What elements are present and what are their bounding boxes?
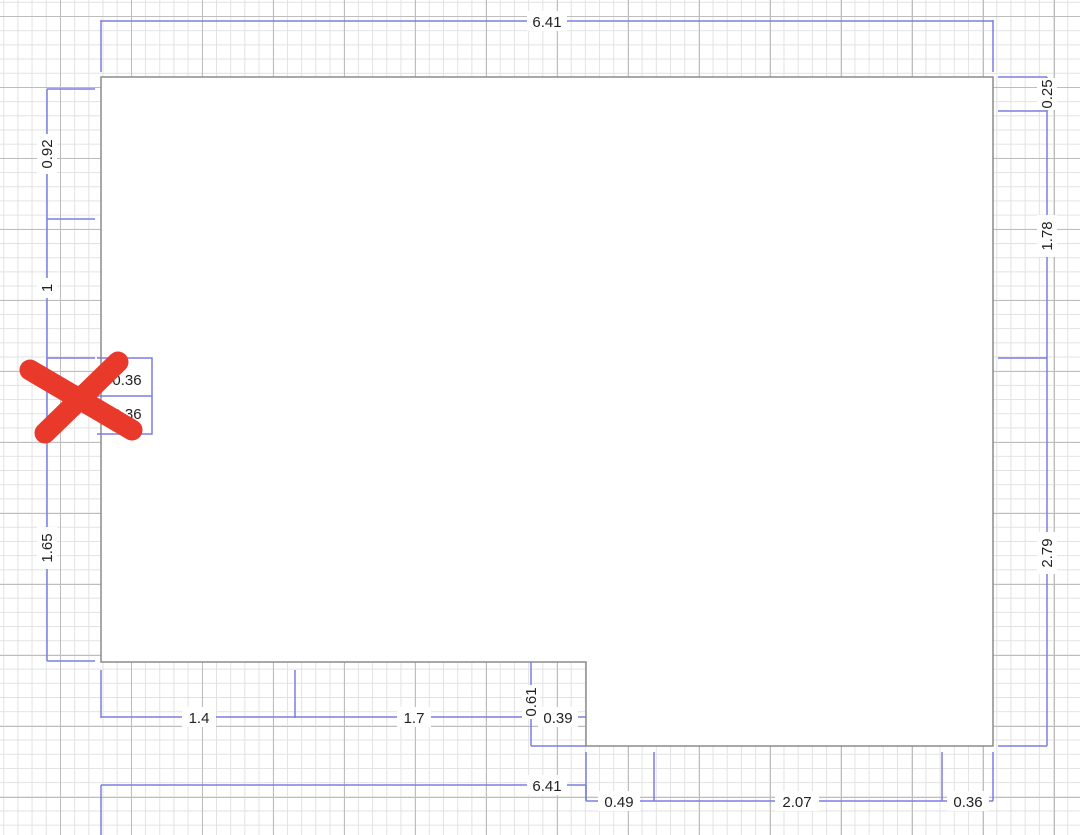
dim-left-lower-label: 1.65 (39, 533, 56, 562)
dim-right-lower: 2.79 (1037, 532, 1057, 574)
dim-left-upper: 0.92 (37, 134, 57, 174)
dim-right-top: 0.25 (1037, 78, 1057, 110)
dim-bottom-left-b: 1.7 (397, 707, 431, 727)
dim-bottom-total: 6.41 (527, 775, 567, 795)
dim-bottom-right-b-label: 2.07 (782, 794, 811, 811)
dim-top-total-label: 6.41 (532, 14, 561, 31)
dim-bottom-left-a: 1.4 (182, 707, 216, 727)
dim-left-mid-label: 1 (39, 284, 56, 292)
dim-step-height: 0.61 (522, 685, 540, 719)
dim-bottom-right-b: 2.07 (775, 791, 819, 811)
dim-right-top-label: 0.25 (1039, 79, 1056, 108)
dim-bottom-right-c: 0.36 (947, 791, 989, 811)
floor-plan-drawing[interactable]: 6.41 6.41 0.36 0.36 1.4 1.7 0.39 0.49 2.… (0, 0, 1080, 835)
room-outline[interactable] (100, 76, 994, 747)
floor-plan-canvas[interactable]: { "plan": { "dimensions": { "top_total":… (0, 0, 1080, 835)
dim-right-lower-label: 2.79 (1039, 538, 1056, 567)
dim-right-upper-label: 1.78 (1039, 221, 1056, 250)
dim-left-mid: 1 (37, 278, 57, 298)
dim-bottom-left-a-label: 1.4 (189, 710, 210, 727)
dim-bottom-total-label: 6.41 (532, 778, 561, 795)
dim-top-total: 6.41 (527, 11, 567, 31)
dim-step-width: 0.39 (538, 707, 578, 727)
dim-right-upper: 1.78 (1037, 215, 1057, 257)
dim-left-lower: 1.65 (37, 527, 57, 569)
dim-bottom-right-c-label: 0.36 (953, 794, 982, 811)
dim-bottom-right-a: 0.49 (598, 791, 640, 811)
dim-left-upper-label: 0.92 (39, 139, 56, 168)
dim-bottom-right-a-label: 0.49 (604, 794, 633, 811)
dim-bottom-left-b-label: 1.7 (404, 710, 425, 727)
dim-step-height-label: 0.61 (523, 687, 540, 716)
dim-step-width-label: 0.39 (543, 710, 572, 727)
